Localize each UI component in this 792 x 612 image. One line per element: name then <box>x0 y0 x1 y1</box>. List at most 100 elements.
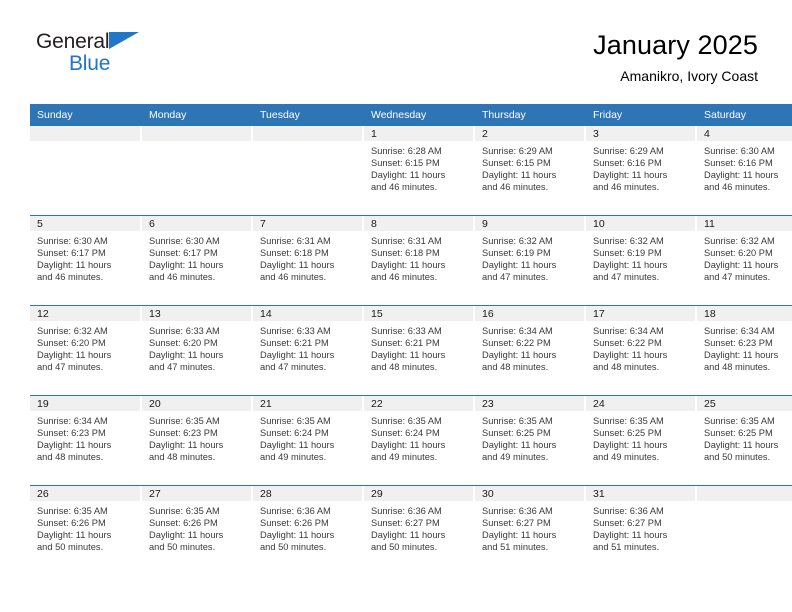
day-number <box>697 486 792 501</box>
calendar-day[interactable]: 5 Sunrise: 6:30 AM Sunset: 6:17 PM Daylight… <box>30 216 142 305</box>
day-sunset-text: Sunset: 6:25 PM <box>482 428 551 439</box>
day-sunset-text: Sunset: 6:21 PM <box>371 338 440 349</box>
day-number: 7 <box>253 216 362 231</box>
logo-text-blue: Blue <box>69 52 111 75</box>
day-number: 14 <box>253 306 362 321</box>
day-sunset-text: Sunset: 6:24 PM <box>260 428 329 439</box>
day-sunrise-text: Sunrise: 6:36 AM <box>260 506 331 516</box>
general-blue-logo[interactable]: General Blue <box>36 30 256 90</box>
calendar-day[interactable]: 22 Sunrise: 6:35 AM Sunset: 6:24 PM Dayligh… <box>364 396 475 485</box>
calendar-day[interactable]: 20 Sunrise: 6:35 AM Sunset: 6:23 PM Dayligh… <box>142 396 253 485</box>
day-sun-info: Sunrise: 6:34 AM Sunset: 6:22 PM Daylight:… <box>586 321 697 373</box>
calendar-day[interactable]: 21 Sunrise: 6:35 AM Sunset: 6:24 PM Dayligh… <box>253 396 364 485</box>
day-sun-info: Sunrise: 6:35 AM Sunset: 6:25 PM Daylight:… <box>586 411 697 463</box>
calendar-day[interactable]: 14 Sunrise: 6:33 AM Sunset: 6:21 PM Dayligh… <box>253 306 364 395</box>
calendar-day[interactable]: 6 Sunrise: 6:30 AM Sunset: 6:17 PM Daylight… <box>142 216 253 305</box>
calendar-day[interactable]: 27 Sunrise: 6:35 AM Sunset: 6:26 PM Dayligh… <box>142 486 253 575</box>
calendar-day[interactable]: 18 Sunrise: 6:34 AM Sunset: 6:23 PM Dayligh… <box>697 306 792 395</box>
calendar-day[interactable]: 19 Sunrise: 6:34 AM Sunset: 6:23 PM Dayligh… <box>30 396 142 485</box>
day-sunset-text: Sunset: 6:17 PM <box>37 248 106 259</box>
calendar-day[interactable]: 30 Sunrise: 6:36 AM Sunset: 6:27 PM Dayligh… <box>475 486 586 575</box>
calendar-day[interactable]: 7 Sunrise: 6:31 AM Sunset: 6:18 PM Daylight… <box>253 216 364 305</box>
weekday-header-thursday: Thursday <box>475 104 586 126</box>
calendar-day[interactable]: 26 Sunrise: 6:35 AM Sunset: 6:26 PM Dayligh… <box>30 486 142 575</box>
calendar-day[interactable]: 25 Sunrise: 6:35 AM Sunset: 6:25 PM Dayligh… <box>697 396 792 485</box>
weekday-header-tuesday: Tuesday <box>253 104 364 126</box>
day-daylight-l1-text: Daylight: 11 hours <box>593 170 668 181</box>
day-sun-info: Sunrise: 6:33 AM Sunset: 6:21 PM Daylight:… <box>364 321 475 373</box>
calendar-day[interactable]: 16 Sunrise: 6:34 AM Sunset: 6:22 PM Dayligh… <box>475 306 586 395</box>
calendar-cell: 18 Sunrise: 6:34 AM Sunset: 6:23 PM Dayligh… <box>697 305 792 396</box>
day-sunrise-text: Sunrise: 6:30 AM <box>149 236 220 246</box>
calendar-week-row: 19 Sunrise: 6:34 AM Sunset: 6:23 PM Dayligh… <box>30 395 792 486</box>
calendar-day[interactable]: 15 Sunrise: 6:33 AM Sunset: 6:21 PM Dayligh… <box>364 306 475 395</box>
day-sunset-text: Sunset: 6:25 PM <box>704 428 773 439</box>
day-daylight-l2-text: and 47 minutes. <box>704 272 771 283</box>
weekday-header-row: Sunday Monday Tuesday Wednesday Thursday Frid… <box>30 104 792 126</box>
day-number: 1 <box>364 126 473 141</box>
day-number <box>30 126 140 141</box>
calendar-day[interactable]: 23 Sunrise: 6:35 AM Sunset: 6:25 PM Dayligh… <box>475 396 586 485</box>
day-sun-info: Sunrise: 6:36 AM Sunset: 6:27 PM Daylight:… <box>475 501 586 553</box>
day-number: 22 <box>364 396 473 411</box>
day-daylight-l1-text: Daylight: 11 hours <box>704 440 779 451</box>
calendar-day-empty <box>30 126 142 215</box>
day-sun-info: Sunrise: 6:33 AM Sunset: 6:20 PM Daylight:… <box>142 321 253 373</box>
calendar-day[interactable]: 17 Sunrise: 6:34 AM Sunset: 6:22 PM Dayligh… <box>586 306 697 395</box>
calendar-day[interactable]: 2 Sunrise: 6:29 AM Sunset: 6:15 PM Daylight… <box>475 126 586 215</box>
day-daylight-l1-text: Daylight: 11 hours <box>482 170 557 181</box>
day-sun-info: Sunrise: 6:35 AM Sunset: 6:26 PM Daylight:… <box>30 501 142 553</box>
calendar-day[interactable]: 13 Sunrise: 6:33 AM Sunset: 6:20 PM Dayligh… <box>142 306 253 395</box>
calendar-day[interactable]: 8 Sunrise: 6:31 AM Sunset: 6:18 PM Daylight… <box>364 216 475 305</box>
day-daylight-l1-text: Daylight: 11 hours <box>482 260 557 271</box>
calendar-cell: 6 Sunrise: 6:30 AM Sunset: 6:17 PM Daylight… <box>142 215 253 306</box>
day-daylight-l2-text: and 46 minutes. <box>704 182 771 193</box>
day-daylight-l2-text: and 49 minutes. <box>260 452 327 463</box>
day-number: 28 <box>253 486 362 501</box>
day-sunrise-text: Sunrise: 6:34 AM <box>593 326 664 336</box>
day-daylight-l2-text: and 46 minutes. <box>593 182 660 193</box>
day-sunrise-text: Sunrise: 6:31 AM <box>371 236 442 246</box>
calendar-day[interactable]: 31 Sunrise: 6:36 AM Sunset: 6:27 PM Dayligh… <box>586 486 697 575</box>
day-sunrise-text: Sunrise: 6:34 AM <box>37 416 108 426</box>
calendar-day[interactable]: 3 Sunrise: 6:29 AM Sunset: 6:16 PM Daylight… <box>586 126 697 215</box>
calendar-day[interactable]: 24 Sunrise: 6:35 AM Sunset: 6:25 PM Dayligh… <box>586 396 697 485</box>
day-daylight-l2-text: and 49 minutes. <box>593 452 660 463</box>
day-daylight-l2-text: and 48 minutes. <box>37 452 104 463</box>
day-daylight-l1-text: Daylight: 11 hours <box>260 350 335 361</box>
day-sunset-text: Sunset: 6:23 PM <box>704 338 773 349</box>
day-daylight-l1-text: Daylight: 11 hours <box>482 350 557 361</box>
calendar-cell: 30 Sunrise: 6:36 AM Sunset: 6:27 PM Dayligh… <box>475 485 586 575</box>
calendar-cell: 24 Sunrise: 6:35 AM Sunset: 6:25 PM Dayligh… <box>586 395 697 486</box>
calendar-day[interactable]: 1 Sunrise: 6:28 AM Sunset: 6:15 PM Daylight… <box>364 126 475 215</box>
day-number: 21 <box>253 396 362 411</box>
calendar-day[interactable]: 11 Sunrise: 6:32 AM Sunset: 6:20 PM Dayligh… <box>697 216 792 305</box>
calendar-cell: 13 Sunrise: 6:33 AM Sunset: 6:20 PM Dayligh… <box>142 305 253 396</box>
calendar-day[interactable]: 28 Sunrise: 6:36 AM Sunset: 6:26 PM Dayligh… <box>253 486 364 575</box>
calendar-day[interactable]: 10 Sunrise: 6:32 AM Sunset: 6:19 PM Dayligh… <box>586 216 697 305</box>
calendar-cell <box>142 126 253 216</box>
calendar-day[interactable]: 4 Sunrise: 6:30 AM Sunset: 6:16 PM Daylight… <box>697 126 792 215</box>
calendar-cell: 17 Sunrise: 6:34 AM Sunset: 6:22 PM Dayligh… <box>586 305 697 396</box>
day-sunset-text: Sunset: 6:20 PM <box>704 248 773 259</box>
day-daylight-l2-text: and 46 minutes. <box>149 272 216 283</box>
day-number: 29 <box>364 486 473 501</box>
day-sunrise-text: Sunrise: 6:35 AM <box>260 416 331 426</box>
day-daylight-l2-text: and 46 minutes. <box>371 182 438 193</box>
day-number <box>142 126 251 141</box>
calendar-day-empty <box>253 126 364 215</box>
calendar-cell: 12 Sunrise: 6:32 AM Sunset: 6:20 PM Dayligh… <box>30 305 142 396</box>
calendar-day[interactable]: 9 Sunrise: 6:32 AM Sunset: 6:19 PM Daylight… <box>475 216 586 305</box>
day-daylight-l2-text: and 50 minutes. <box>260 542 327 553</box>
day-sunrise-text: Sunrise: 6:34 AM <box>704 326 775 336</box>
calendar-day[interactable]: 29 Sunrise: 6:36 AM Sunset: 6:27 PM Dayligh… <box>364 486 475 575</box>
day-daylight-l2-text: and 47 minutes. <box>482 272 549 283</box>
day-number: 16 <box>475 306 584 321</box>
day-sunset-text: Sunset: 6:27 PM <box>482 518 551 529</box>
day-sunset-text: Sunset: 6:25 PM <box>593 428 662 439</box>
day-daylight-l2-text: and 48 minutes. <box>482 362 549 373</box>
calendar-day[interactable]: 12 Sunrise: 6:32 AM Sunset: 6:20 PM Dayligh… <box>30 306 142 395</box>
day-sun-info: Sunrise: 6:32 AM Sunset: 6:19 PM Daylight:… <box>475 231 586 283</box>
calendar-cell: 3 Sunrise: 6:29 AM Sunset: 6:16 PM Daylight… <box>586 126 697 216</box>
day-number: 20 <box>142 396 251 411</box>
